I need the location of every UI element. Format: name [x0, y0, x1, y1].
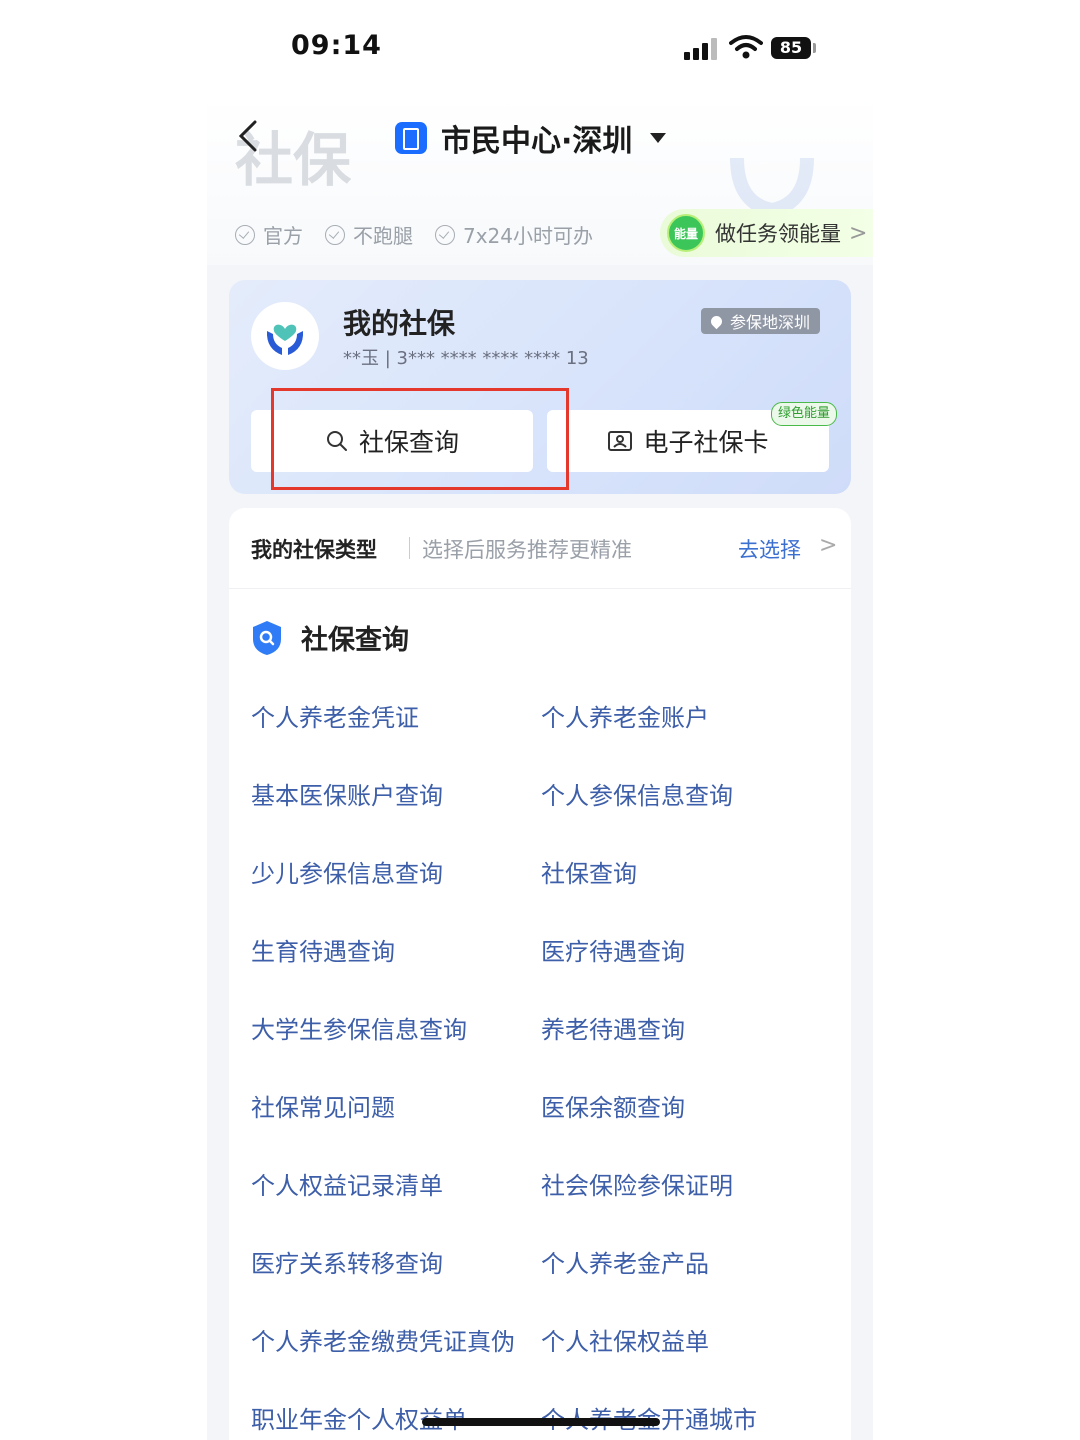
app-logo-icon: [395, 122, 427, 154]
watermark-logo-icon: [730, 157, 814, 218]
caret-down-icon: [650, 133, 667, 143]
services-panel: 我的社保类型 选择后服务推荐更精准 去选择 > 社保查询 个人养老金凭证 个人养…: [229, 508, 851, 1440]
service-item[interactable]: 医疗待遇查询: [541, 932, 685, 967]
check-circle-icon: [435, 224, 455, 245]
service-item[interactable]: 养老待遇查询: [541, 1010, 685, 1045]
service-tags: 官方 不跑腿 7x24小时可办: [235, 220, 615, 249]
signal-icon: [684, 38, 718, 60]
service-item[interactable]: 社会保险参保证明: [541, 1166, 733, 1201]
city-switcher[interactable]: 市民中心·深圳: [395, 115, 667, 161]
energy-task-label: 做任务领能量: [715, 222, 841, 246]
masked-id: **玉 | 3*** **** **** **** 13: [343, 348, 589, 369]
type-desc: 选择后服务推荐更精准: [422, 538, 632, 562]
chevron-right-icon: >: [819, 533, 838, 558]
choose-link[interactable]: 去选择: [738, 534, 801, 564]
location-label: 参保地深圳: [730, 313, 811, 332]
location-pin-icon: [708, 313, 725, 329]
phone-screen: 09:14 85 社保 市民中心·深圳 官方 不跑腿 7x24小时可办 能量 做…: [207, 0, 873, 1440]
ecard-label: 电子社保卡: [643, 428, 769, 457]
home-indicator[interactable]: [422, 1418, 660, 1426]
section-header: 社保查询: [251, 618, 409, 657]
section-title: 社保查询: [301, 625, 409, 656]
service-item[interactable]: 个人权益记录清单: [251, 1166, 443, 1201]
status-time: 09:14: [291, 30, 382, 61]
service-item[interactable]: 医疗关系转移查询: [251, 1244, 443, 1279]
status-bar: 09:14 85: [207, 0, 873, 95]
divider: [409, 537, 410, 559]
service-item[interactable]: 大学生参保信息查询: [251, 1010, 467, 1045]
service-item[interactable]: 个人养老金账户: [541, 698, 709, 733]
battery-tip: [813, 43, 816, 53]
energy-task-button[interactable]: 能量 做任务领能量 >: [660, 209, 873, 257]
energy-badge-icon: 能量: [667, 214, 705, 252]
type-title: 我的社保类型: [251, 538, 377, 562]
highlight-box: [271, 388, 569, 490]
check-circle-icon: [235, 224, 255, 245]
service-item[interactable]: 个人社保权益单: [541, 1322, 709, 1357]
nav-title: 市民中心·深圳: [441, 124, 633, 159]
service-item[interactable]: 个人养老金缴费凭证真伪: [251, 1322, 515, 1357]
social-security-type-row[interactable]: 我的社保类型 选择后服务推荐更精准 去选择 >: [229, 508, 851, 589]
service-item[interactable]: 医保余额查询: [541, 1088, 685, 1123]
service-item[interactable]: 社保常见问题: [251, 1088, 395, 1123]
battery-icon: 85: [771, 37, 811, 59]
location-badge[interactable]: 参保地深圳: [701, 308, 821, 334]
back-icon[interactable]: [233, 118, 263, 154]
service-item[interactable]: 生育待遇查询: [251, 932, 395, 967]
service-item[interactable]: 个人养老金凭证: [251, 698, 419, 733]
green-energy-badge: 绿色能量: [771, 402, 838, 426]
id-card-icon: [608, 431, 633, 451]
tag-official: 官方: [235, 220, 303, 249]
service-item[interactable]: 基本医保账户查询: [251, 776, 443, 811]
service-item[interactable]: 社保查询: [541, 854, 637, 889]
service-item[interactable]: 个人参保信息查询: [541, 776, 733, 811]
social-security-logo-icon: [251, 302, 319, 370]
tag-label: 官方: [263, 224, 303, 248]
service-item[interactable]: 少儿参保信息查询: [251, 854, 443, 889]
tag-no-errand: 不跑腿: [325, 220, 413, 249]
card-title: 我的社保: [343, 307, 456, 340]
tag-label: 7x24小时可办: [463, 224, 594, 248]
wifi-icon: [729, 35, 763, 59]
chevron-right-icon: >: [849, 220, 868, 246]
check-circle-icon: [325, 224, 345, 245]
service-item[interactable]: 个人养老金产品: [541, 1244, 709, 1279]
tag-24h: 7x24小时可办: [435, 220, 593, 249]
tag-label: 不跑腿: [353, 224, 413, 248]
shield-search-icon: [253, 620, 281, 655]
